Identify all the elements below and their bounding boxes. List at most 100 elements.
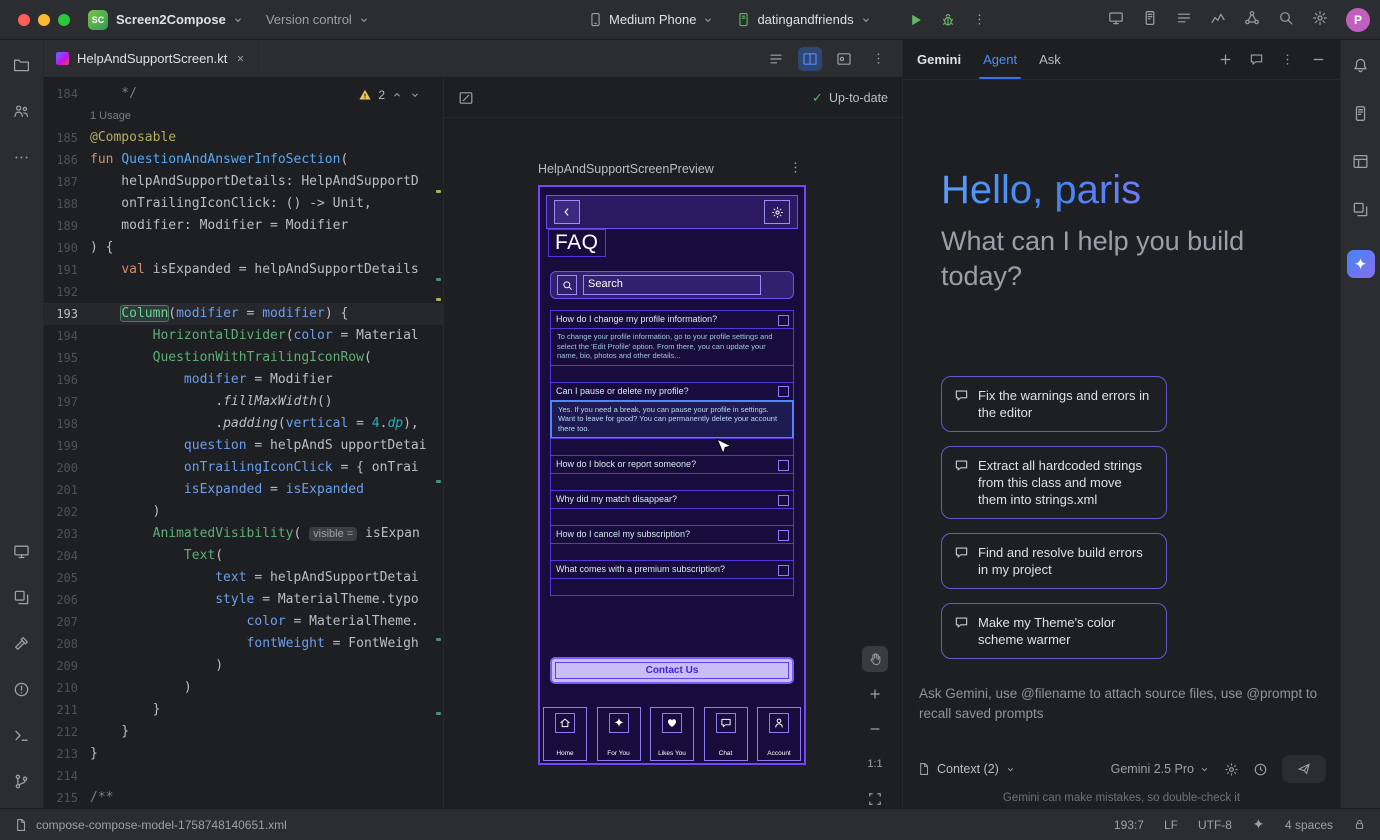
expand-icon[interactable] bbox=[778, 386, 789, 397]
expand-icon[interactable] bbox=[778, 460, 789, 471]
model-selector[interactable]: Gemini 2.5 Pro bbox=[1111, 762, 1210, 776]
more-tools-button[interactable] bbox=[9, 144, 35, 170]
code-line[interactable]: 207 color = MaterialTheme. bbox=[44, 611, 443, 633]
faq-question[interactable]: How do I cancel my subscription? bbox=[550, 525, 794, 544]
code-line[interactable]: 208 fontWeight = FontWeigh bbox=[44, 633, 443, 655]
contact-us-button[interactable]: Contact Us bbox=[550, 657, 794, 684]
app-quality-insights-button[interactable] bbox=[1348, 196, 1374, 222]
code-line[interactable]: 215/** bbox=[44, 787, 443, 808]
faq-question[interactable]: What comes with a premium subscription? bbox=[550, 560, 794, 579]
design-view-button[interactable] bbox=[832, 47, 856, 71]
code-line[interactable]: 196 modifier = Modifier bbox=[44, 369, 443, 391]
code-line[interactable]: 195 QuestionWithTrailingIconRow( bbox=[44, 347, 443, 369]
minimize-window-button[interactable] bbox=[38, 14, 50, 26]
code-editor[interactable]: 184 */1 Usage185@Composable186fun Questi… bbox=[44, 78, 443, 808]
nav-item-account[interactable]: Account bbox=[757, 707, 801, 761]
search-everywhere-button[interactable] bbox=[1278, 10, 1294, 29]
usage-hint-row[interactable]: 1 Usage bbox=[44, 105, 443, 127]
code-view-button[interactable] bbox=[764, 47, 788, 71]
project-selector[interactable]: Screen2Compose bbox=[108, 12, 244, 27]
tab-agent[interactable]: Agent bbox=[983, 52, 1017, 67]
pan-tool-button[interactable] bbox=[862, 646, 888, 672]
code-line[interactable]: 204 Text( bbox=[44, 545, 443, 567]
phone-preview[interactable]: FAQ Search How do I change my profile in… bbox=[538, 185, 806, 765]
profiler-button[interactable] bbox=[1210, 10, 1226, 29]
back-button[interactable] bbox=[554, 200, 580, 224]
faq-answer[interactable]: To change your profile information, go t… bbox=[550, 328, 794, 366]
expand-icon[interactable] bbox=[778, 495, 789, 506]
zoom-ratio-button[interactable]: 1:1 bbox=[862, 751, 888, 777]
code-line[interactable]: 189 modifier: Modifier = Modifier bbox=[44, 215, 443, 237]
faq-question[interactable]: Why did my match disappear? bbox=[550, 490, 794, 509]
preview-options-icon[interactable] bbox=[788, 160, 803, 175]
logcat-button[interactable] bbox=[1142, 10, 1158, 29]
project-button[interactable] bbox=[9, 52, 35, 78]
code-line[interactable]: 212 } bbox=[44, 721, 443, 743]
debug-button[interactable] bbox=[940, 12, 956, 28]
code-line[interactable]: 213} bbox=[44, 743, 443, 765]
lock-icon[interactable] bbox=[1353, 818, 1366, 831]
suggestion-card-4[interactable]: Make my Theme's color scheme warmer bbox=[941, 603, 1167, 659]
nav-item-chat[interactable]: Chat bbox=[704, 707, 748, 761]
version-control-button[interactable] bbox=[9, 768, 35, 794]
code-line[interactable]: 203 AnimatedVisibility( visible = isExpa… bbox=[44, 523, 443, 545]
indent-setting[interactable]: 4 spaces bbox=[1285, 818, 1333, 832]
code-line[interactable]: 200 onTrailingIconClick = { onTrai bbox=[44, 457, 443, 479]
device-mirroring-button[interactable] bbox=[1108, 10, 1124, 29]
running-devices-button[interactable] bbox=[9, 538, 35, 564]
expand-icon[interactable] bbox=[778, 565, 789, 576]
faq-heading[interactable]: FAQ bbox=[548, 229, 606, 257]
ai-status-icon[interactable] bbox=[1252, 818, 1265, 831]
prompt-history-icon[interactable] bbox=[1253, 762, 1268, 777]
code-line[interactable]: 214 bbox=[44, 765, 443, 787]
resource-manager-button[interactable] bbox=[9, 584, 35, 610]
faq-question[interactable]: How do I block or report someone? bbox=[550, 455, 794, 474]
previous-problem-icon[interactable] bbox=[391, 89, 403, 101]
code-line[interactable]: 201 isExpanded = isExpanded bbox=[44, 479, 443, 501]
send-button[interactable] bbox=[1282, 755, 1326, 783]
new-chat-icon[interactable] bbox=[1218, 52, 1233, 67]
code-line[interactable]: 202 ) bbox=[44, 501, 443, 523]
code-line[interactable]: 209 ) bbox=[44, 655, 443, 677]
file-encoding[interactable]: UTF-8 bbox=[1198, 818, 1232, 832]
code-line[interactable]: 210 ) bbox=[44, 677, 443, 699]
nav-item-likes-you[interactable]: Likes You bbox=[650, 707, 694, 761]
search-field[interactable]: Search bbox=[550, 271, 794, 299]
build-button[interactable] bbox=[9, 630, 35, 656]
status-file-path[interactable]: compose-compose-model-1758748140651.xml bbox=[36, 818, 287, 832]
suggestion-card-1[interactable]: Fix the warnings and errors in the edito… bbox=[941, 376, 1167, 432]
code-line[interactable]: 205 text = helpAndSupportDetai bbox=[44, 567, 443, 589]
close-tab-icon[interactable] bbox=[235, 53, 246, 64]
code-line[interactable]: 206 style = MaterialTheme.typo bbox=[44, 589, 443, 611]
code-line[interactable]: 198 .padding(vertical = 4.dp), bbox=[44, 413, 443, 435]
expand-icon[interactable] bbox=[778, 315, 789, 326]
nav-item-home[interactable]: Home bbox=[543, 707, 587, 761]
code-line[interactable]: 197 .fillMaxWidth() bbox=[44, 391, 443, 413]
gemini-toolwindow-button[interactable] bbox=[1347, 250, 1375, 278]
settings-button[interactable] bbox=[764, 200, 790, 224]
caret-position[interactable]: 193:7 bbox=[1114, 818, 1144, 832]
code-line[interactable]: 192 bbox=[44, 281, 443, 303]
layout-inspector-button[interactable] bbox=[1348, 148, 1374, 174]
tab-ask[interactable]: Ask bbox=[1039, 52, 1061, 67]
code-line[interactable]: 199 question = helpAndS upportDetai bbox=[44, 435, 443, 457]
expand-icon[interactable] bbox=[778, 530, 789, 541]
faq-question[interactable]: How do I change my profile information? bbox=[550, 310, 794, 329]
context-selector[interactable]: Context (2) bbox=[917, 762, 1016, 776]
code-line[interactable]: 191 val isExpanded = helpAndSupportDetai… bbox=[44, 259, 443, 281]
commit-button[interactable] bbox=[9, 98, 35, 124]
code-line[interactable]: 185@Composable bbox=[44, 127, 443, 149]
terminal-button[interactable] bbox=[9, 722, 35, 748]
gemini-options-icon[interactable] bbox=[1280, 52, 1295, 67]
split-view-button[interactable] bbox=[798, 47, 822, 71]
editor-options-icon[interactable] bbox=[866, 47, 890, 71]
more-actions-icon[interactable] bbox=[972, 12, 987, 27]
app-inspection-button[interactable] bbox=[1244, 10, 1260, 29]
faq-answer-selected[interactable]: Yes. If you need a break, you can pause … bbox=[550, 400, 794, 440]
settings-button[interactable] bbox=[1312, 10, 1328, 29]
device-manager-button[interactable] bbox=[1348, 100, 1374, 126]
zoom-window-button[interactable] bbox=[58, 14, 70, 26]
inspection-widget[interactable]: 2 bbox=[352, 86, 427, 104]
faq-question[interactable]: Can I pause or delete my profile? bbox=[550, 382, 794, 401]
version-control-menu[interactable]: Version control bbox=[266, 12, 370, 27]
